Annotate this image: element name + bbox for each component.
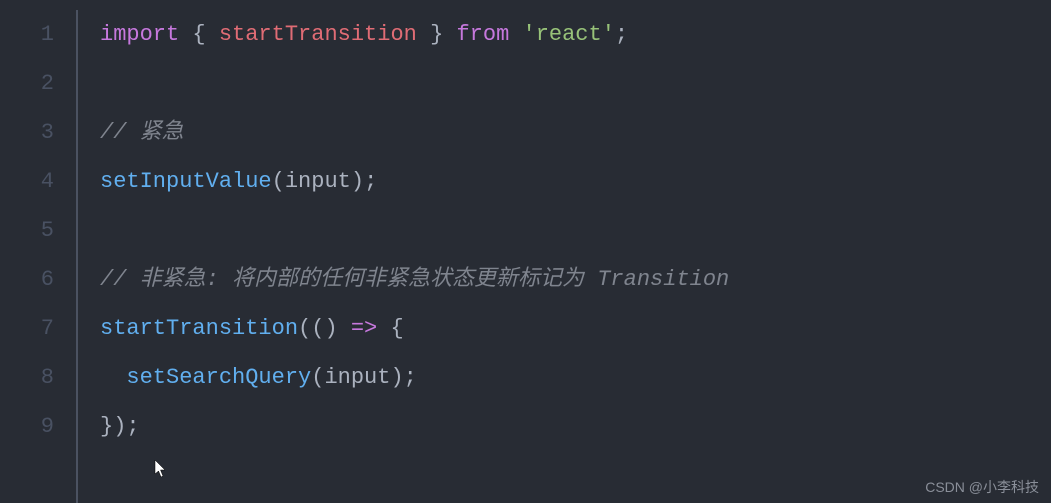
line-gutter: 1 2 3 4 5 6 7 8 9 [0,10,78,503]
semicolon: ; [404,365,417,390]
function-call: startTransition [100,316,298,341]
semicolon: ; [126,414,139,439]
space [509,22,522,47]
code-line: }); [100,402,1051,451]
arrow: => [338,316,391,341]
code-area[interactable]: import { startTransition } from 'react';… [78,10,1051,503]
function-call: setSearchQuery [126,365,311,390]
code-line [100,206,1051,255]
string: 'react' [523,22,615,47]
line-number: 1 [0,10,54,59]
argument: input [324,365,390,390]
line-number: 5 [0,206,54,255]
code-line: startTransition(() => { [100,304,1051,353]
code-line: import { startTransition } from 'react'; [100,10,1051,59]
code-editor: 1 2 3 4 5 6 7 8 9 import { startTransiti… [0,0,1051,503]
paren: ( [311,365,324,390]
close-brace-paren: }) [100,414,126,439]
paren: ( [298,316,311,341]
code-line [100,59,1051,108]
keyword: from [456,22,509,47]
watermark: CSDN @小李科技 [925,477,1039,497]
line-number: 3 [0,108,54,157]
paren: ) [351,169,364,194]
semicolon: ; [364,169,377,194]
line-number: 7 [0,304,54,353]
line-number: 6 [0,255,54,304]
line-number: 2 [0,59,54,108]
code-line: setSearchQuery(input); [100,353,1051,402]
function-call: setInputValue [100,169,272,194]
indent [100,365,126,390]
comment: // 紧急 [100,120,184,145]
code-line: // 紧急 [100,108,1051,157]
brace: { [390,316,403,341]
keyword: import [100,22,179,47]
comment: // 非紧急: 将内部的任何非紧急状态更新标记为 Transition [100,267,729,292]
paren: ) [324,316,337,341]
paren: ( [311,316,324,341]
semicolon: ; [615,22,628,47]
line-number: 9 [0,402,54,451]
brace: { [179,22,219,47]
identifier: startTransition [219,22,417,47]
code-line: setInputValue(input); [100,157,1051,206]
paren: ) [390,365,403,390]
paren: ( [272,169,285,194]
argument: input [285,169,351,194]
line-number: 4 [0,157,54,206]
brace: } [417,22,457,47]
code-line: // 非紧急: 将内部的任何非紧急状态更新标记为 Transition [100,255,1051,304]
line-number: 8 [0,353,54,402]
